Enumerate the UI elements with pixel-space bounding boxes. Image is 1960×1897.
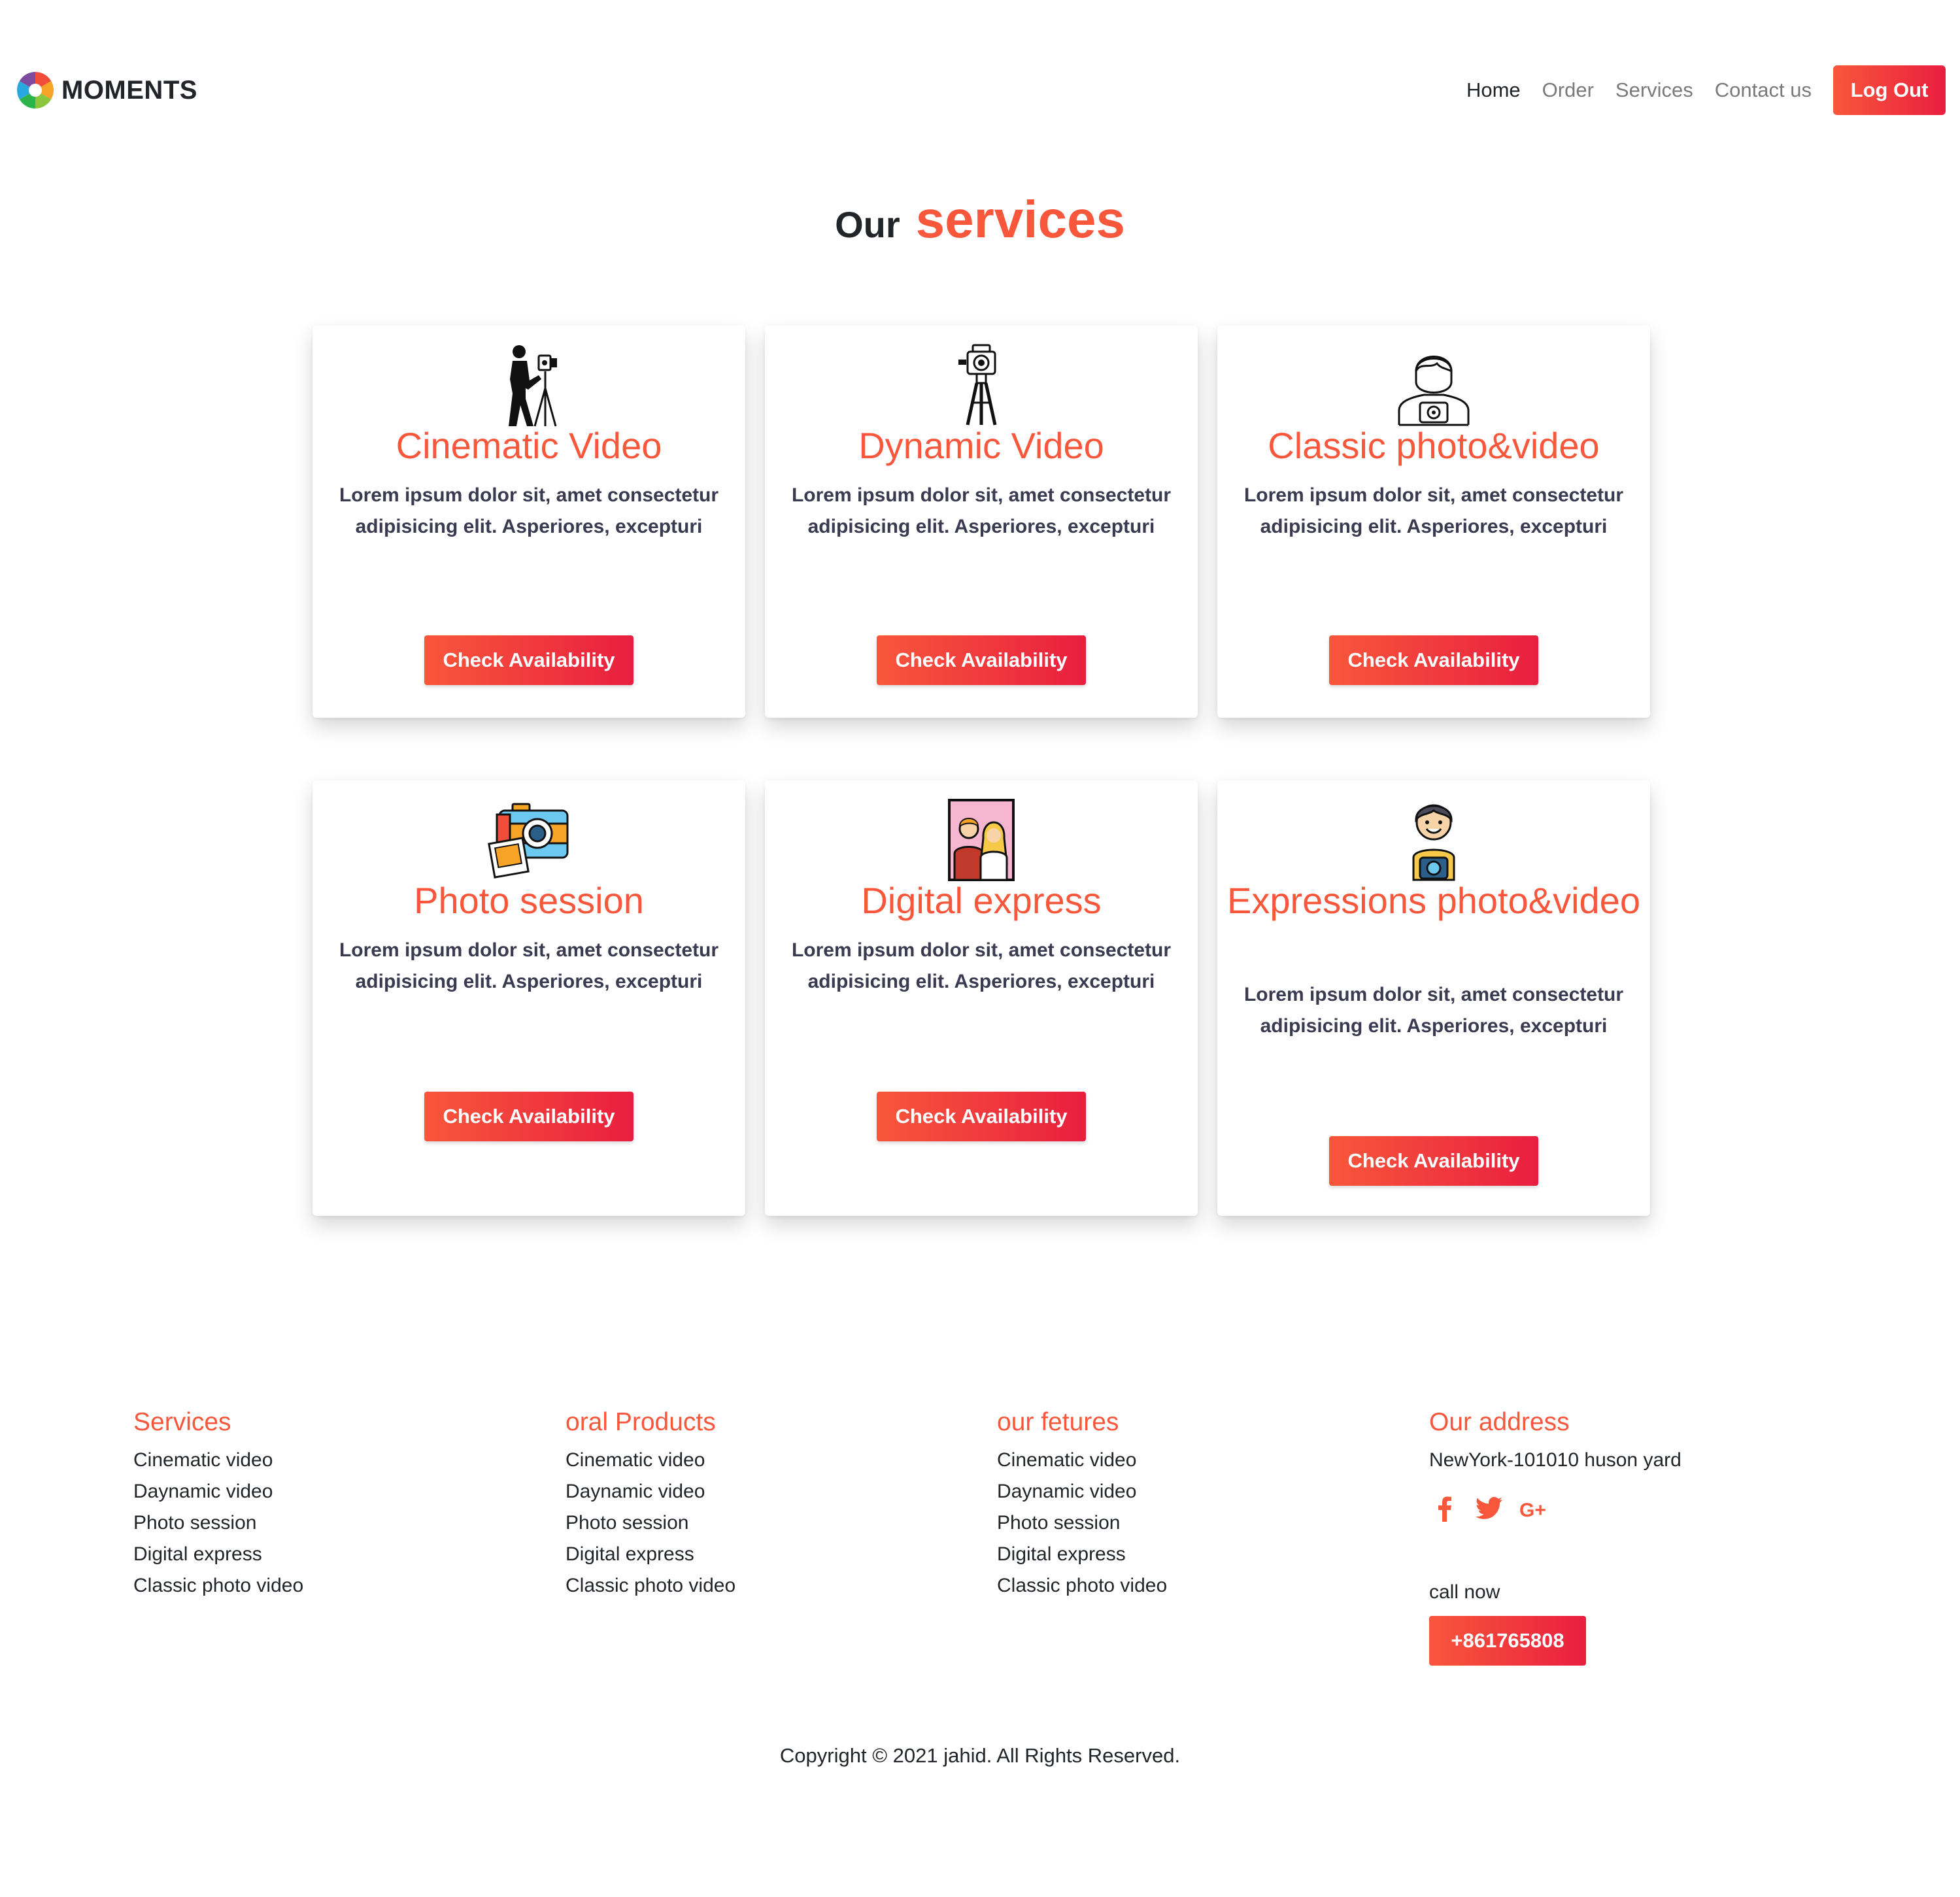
card-description: Lorem ipsum dolor sit, amet consectetur … (339, 484, 719, 537)
section-title: Our services (0, 190, 1960, 250)
footer-link[interactable]: Cinematic video (133, 1445, 303, 1476)
photographer-icon (1398, 356, 1470, 426)
footer-col-features: our fetures Cinematic video Daynamic vid… (997, 1405, 1167, 1602)
footer-link[interactable]: Photo session (133, 1507, 303, 1539)
footer-heading: our fetures (997, 1408, 1119, 1436)
camera-photos-icon (488, 803, 569, 879)
card-title: Expressions photo&video (1227, 880, 1640, 921)
service-card-digital-express: Digital express Lorem ipsum dolor sit, a… (765, 781, 1198, 1216)
check-availability-button[interactable]: Check Availability (877, 1092, 1086, 1141)
footer-link[interactable]: Daynamic video (566, 1476, 735, 1507)
nav-contact-link[interactable]: Contact us (1715, 78, 1812, 102)
couple-portrait-icon (948, 799, 1015, 881)
service-card-dynamic: Dynamic Video Lorem ipsum dolor sit, ame… (765, 326, 1198, 718)
twitter-icon[interactable] (1474, 1493, 1505, 1524)
title-highlight: services (915, 190, 1125, 248)
service-card-cinematic: Cinematic Video Lorem ipsum dolor sit, a… (313, 326, 745, 718)
footer-heading: Our address (1429, 1408, 1570, 1436)
address-line: NewYork-101010 huson yard (1429, 1449, 1681, 1471)
footer-link[interactable]: Photo session (566, 1507, 735, 1539)
brand-name: MOMENTS (61, 75, 197, 105)
footer-link[interactable]: Daynamic video (133, 1476, 303, 1507)
footer-col-products: oral Products Cinematic video Daynamic v… (566, 1405, 735, 1602)
cartoon-photographer-icon (1412, 804, 1455, 881)
videographer-icon (509, 345, 557, 427)
card-description: Lorem ipsum dolor sit, amet consectetur … (339, 939, 719, 992)
google-plus-icon[interactable]: G+ (1518, 1493, 1549, 1524)
nav-services-link[interactable]: Services (1615, 78, 1693, 102)
service-card-expressions: Expressions photo&video Lorem ipsum dolo… (1217, 781, 1650, 1216)
check-availability-button[interactable]: Check Availability (1329, 635, 1538, 685)
call-now-label: call now (1429, 1581, 1500, 1603)
footer-link[interactable]: Digital express (133, 1539, 303, 1570)
footer-col-services: Services Cinematic video Daynamic video … (133, 1405, 303, 1602)
service-card-classic: Classic photo&video Lorem ipsum dolor si… (1217, 326, 1650, 718)
footer-link[interactable]: Cinematic video (566, 1445, 735, 1476)
social-links: G+ (1429, 1493, 1681, 1524)
footer-link[interactable]: Photo session (997, 1507, 1167, 1539)
nav-home-link[interactable]: Home (1466, 78, 1521, 102)
check-availability-button[interactable]: Check Availability (424, 1092, 634, 1141)
nav-menu: Home Order Services Contact us Log Out (1466, 63, 1960, 118)
footer-heading: Services (133, 1408, 231, 1436)
card-description: Lorem ipsum dolor sit, amet consectetur … (1243, 484, 1624, 537)
facebook-icon[interactable] (1429, 1493, 1461, 1524)
footer-link[interactable]: Classic photo video (566, 1570, 735, 1602)
footer-link[interactable]: Cinematic video (997, 1445, 1167, 1476)
card-title: Dynamic Video (858, 425, 1104, 466)
check-availability-button[interactable]: Check Availability (424, 635, 634, 685)
brand[interactable]: MOMENTS (14, 68, 197, 112)
check-availability-button[interactable]: Check Availability (877, 635, 1086, 685)
footer-link[interactable]: Classic photo video (997, 1570, 1167, 1602)
title-prefix: Our (835, 204, 900, 245)
card-title: Digital express (861, 880, 1102, 921)
card-description: Lorem ipsum dolor sit, amet consectetur … (1243, 984, 1624, 1037)
check-availability-button[interactable]: Check Availability (1329, 1136, 1538, 1186)
service-card-photo-session: Photo session Lorem ipsum dolor sit, ame… (313, 781, 745, 1216)
camera-tripod-icon (958, 344, 997, 426)
card-title: Classic photo&video (1268, 425, 1600, 466)
navbar: MOMENTS Home Order Services Contact us L… (0, 63, 1960, 118)
footer-link[interactable]: Digital express (997, 1539, 1167, 1570)
footer-link[interactable]: Daynamic video (997, 1476, 1167, 1507)
svg-text:G+: G+ (1519, 1500, 1546, 1521)
footer-link[interactable]: Digital express (566, 1539, 735, 1570)
card-title: Photo session (414, 880, 644, 921)
copyright: Copyright © 2021 jahid. All Rights Reser… (779, 1744, 1181, 1767)
card-description: Lorem ipsum dolor sit, amet consectetur … (791, 484, 1172, 537)
footer-link[interactable]: Classic photo video (133, 1570, 303, 1602)
logout-button[interactable]: Log Out (1833, 65, 1946, 115)
card-description: Lorem ipsum dolor sit, amet consectetur … (791, 939, 1172, 992)
nav-order-link[interactable]: Order (1542, 78, 1594, 102)
moments-logo-icon (17, 72, 54, 109)
card-title: Cinematic Video (396, 425, 662, 466)
phone-button[interactable]: +861765808 (1429, 1616, 1586, 1666)
footer-col-address: Our address NewYork-101010 huson yard G+… (1429, 1405, 1681, 1666)
footer-heading: oral Products (566, 1408, 716, 1436)
